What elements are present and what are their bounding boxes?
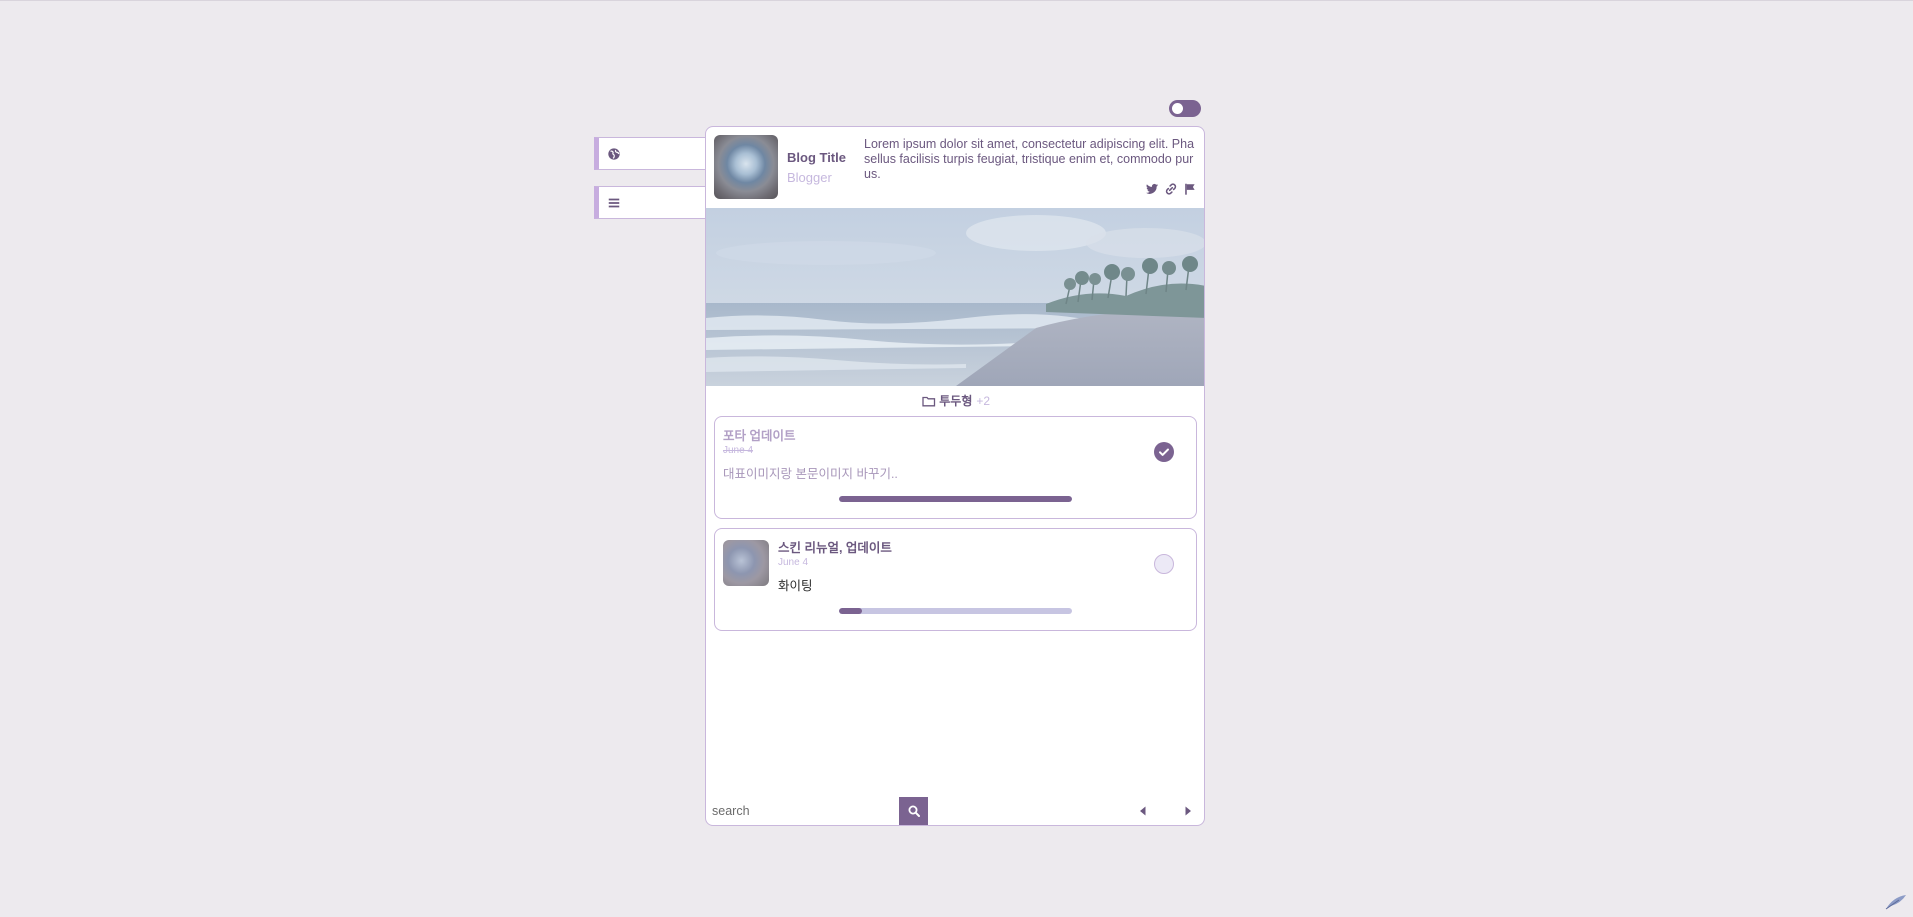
- post-title[interactable]: 포타 업데이트: [723, 425, 795, 444]
- post-date: June 4: [723, 445, 754, 456]
- search-button[interactable]: [899, 797, 928, 825]
- post-card[interactable]: 스킨 리뉴얼, 업데이트 June 4 화이팅: [714, 528, 1197, 631]
- progress-fill: [839, 496, 1072, 502]
- search-bar: [706, 797, 1204, 825]
- search-icon: [908, 805, 920, 817]
- link-icon[interactable]: [1164, 182, 1178, 196]
- done-checkbox[interactable]: [1154, 554, 1174, 574]
- theme-toggle[interactable]: [1169, 100, 1201, 117]
- twitter-icon[interactable]: [1145, 182, 1159, 196]
- side-tab-globe[interactable]: [594, 137, 706, 170]
- toggle-knob: [1172, 103, 1183, 114]
- post-date: June 4: [778, 557, 809, 568]
- beach-illustration: [706, 208, 1204, 386]
- caret-right-icon[interactable]: [1182, 805, 1194, 817]
- done-checkbox[interactable]: [1154, 442, 1174, 462]
- post-title[interactable]: 스킨 리뉴얼, 업데이트: [778, 537, 892, 556]
- side-tab-menu[interactable]: [594, 186, 706, 219]
- category-name: 투두형: [939, 394, 973, 408]
- hero-image: [706, 208, 1204, 386]
- caret-left-icon[interactable]: [1137, 805, 1149, 817]
- blog-description: Lorem ipsum dolor sit amet, consectetur …: [864, 137, 1195, 181]
- post-excerpt: 대표이미지랑 본문이미지 바꾸기..: [723, 467, 898, 481]
- progress-bar: [839, 496, 1072, 502]
- category-extra-count: +2: [976, 394, 991, 408]
- blog-card: Blog Title Blogger Lorem ipsum dolor sit…: [705, 126, 1205, 826]
- social-links: [1145, 182, 1197, 196]
- feather-icon[interactable]: [1885, 893, 1907, 911]
- globe-icon: [608, 147, 620, 160]
- blog-title[interactable]: Blog Title: [787, 150, 846, 165]
- progress-bar: [839, 608, 1072, 614]
- post-thumbnail: [723, 540, 769, 586]
- flag-icon[interactable]: [1183, 182, 1197, 196]
- profile-header: Blog Title Blogger Lorem ipsum dolor sit…: [706, 127, 1204, 208]
- search-input[interactable]: [712, 799, 892, 823]
- avatar: [714, 135, 778, 199]
- category-label[interactable]: 투두형 +2: [706, 392, 1204, 409]
- menu-icon: [608, 198, 620, 207]
- post-excerpt: 화이팅: [778, 579, 813, 593]
- progress-fill: [839, 608, 863, 614]
- folder-icon: [922, 396, 936, 407]
- check-icon: [1159, 448, 1169, 456]
- post-card[interactable]: 포타 업데이트 June 4 대표이미지랑 본문이미지 바꾸기..: [714, 416, 1197, 519]
- blog-role: Blogger: [787, 170, 832, 185]
